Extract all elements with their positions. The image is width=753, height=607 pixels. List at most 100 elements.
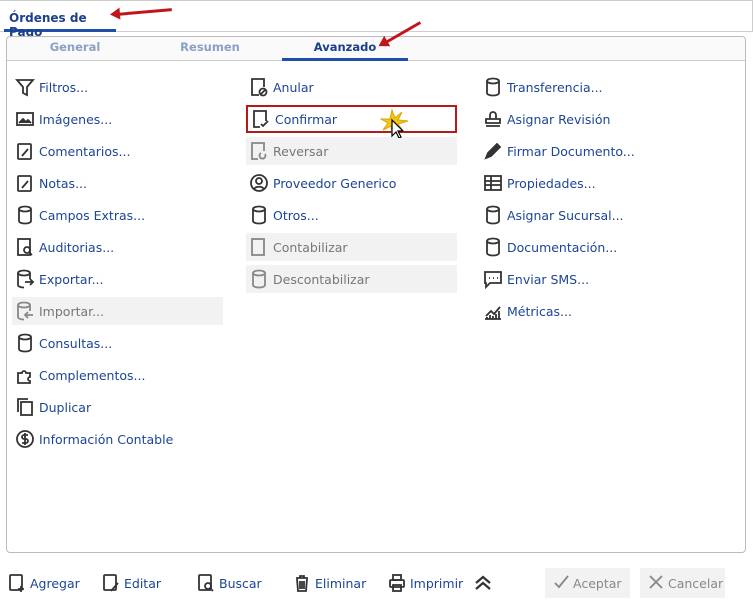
window-tab-ordenes-de-pago[interactable]: Órdenes de Pago [4,5,116,39]
action-métricas[interactable]: Métricas... [480,297,691,325]
options-panel: General Resumen Avanzado Filtros... Imáge… [6,36,746,553]
database-icon [14,332,36,354]
action-consultas[interactable]: Consultas... [12,329,223,357]
action-label: Documentación... [507,239,618,255]
action-label: Comentarios... [39,143,131,159]
action-comentarios[interactable]: Comentarios... [12,137,223,165]
action-label: Enviar SMS... [507,271,590,287]
action-label: Reversar [273,143,329,159]
clipboard-edit-icon [14,172,36,194]
copy-icon [14,396,36,418]
database-icon [248,204,270,226]
database-icon [248,268,270,290]
cancel-button[interactable]: Cancelar [640,568,725,598]
action-label: Asignar Sucursal... [507,207,624,223]
bottom-toolbar: Agregar Editar Buscar Eliminar Imprimir … [0,568,753,598]
action-reversar[interactable]: Reversar [246,137,457,165]
action-imágenes[interactable]: Imágenes... [12,105,223,133]
action-asignar-sucursal[interactable]: Asignar Sucursal... [480,201,691,229]
action-firmar-documento[interactable]: Firmar Documento... [480,137,691,165]
tab-general[interactable]: General [12,40,138,61]
chevron-double-up-icon [472,573,494,593]
action-label: Complementos... [39,367,146,383]
action-exportar[interactable]: Exportar... [12,265,223,293]
action-label: Descontabilizar [273,271,370,287]
action-label: Exportar... [39,271,104,287]
action-label: Confirmar [275,111,338,127]
action-label: Auditorias... [39,239,115,255]
database-icon [482,204,504,226]
action-label: Importar... [39,303,105,319]
action-proveedor-generico[interactable]: Proveedor Generico [246,169,457,197]
filter-icon [14,76,36,98]
action-duplicar[interactable]: Duplicar [12,393,223,421]
pen-icon [482,140,504,162]
action-label: Consultas... [39,335,113,351]
action-label: Campos Extras... [39,207,146,223]
database-icon [482,76,504,98]
action-transferencia[interactable]: Transferencia... [480,73,691,101]
document-icon [248,236,270,258]
action-complementos[interactable]: Complementos... [12,361,223,389]
document-cancel-icon [248,76,270,98]
action-label: Transferencia... [507,79,603,95]
edit-button[interactable]: Editar [100,568,161,598]
chat-icon [482,268,504,290]
delete-button[interactable]: Eliminar [291,568,366,598]
stamp-icon [482,108,504,130]
action-importar[interactable]: Importar... [12,297,223,325]
action-label: Notas... [39,175,87,191]
action-auditorias[interactable]: Auditorias... [12,233,223,261]
search-document-icon [195,573,217,593]
action-confirmar[interactable]: Confirmar [246,105,457,133]
trash-icon [291,573,313,593]
add-button[interactable]: Agregar [6,568,80,598]
audit-search-icon [14,236,36,258]
database-import-icon [14,300,36,322]
puzzle-icon [14,364,36,386]
action-label: Información Contable [39,431,174,447]
action-propiedades[interactable]: Propiedades... [480,169,691,197]
document-check-icon [250,108,272,130]
action-label: Contabilizar [273,239,348,255]
action-label: Otros... [273,207,319,223]
action-descontabilizar[interactable]: Descontabilizar [246,265,457,293]
action-documentación[interactable]: Documentación... [480,233,691,261]
action-información-contable[interactable]: Información Contable [12,425,223,453]
action-anular[interactable]: Anular [246,73,457,101]
properties-grid-icon [482,172,504,194]
action-label: Firmar Documento... [507,143,635,159]
accept-button[interactable]: Aceptar [545,568,630,598]
clipboard-edit-icon [14,140,36,162]
action-contabilizar[interactable]: Contabilizar [246,233,457,261]
edit-document-icon [100,573,122,593]
action-enviar-sms[interactable]: Enviar SMS... [480,265,691,293]
cursor-click-icon [379,108,410,139]
collapse-toggle[interactable] [472,568,496,598]
action-filtros[interactable]: Filtros... [12,73,223,101]
search-button[interactable]: Buscar [195,568,262,598]
tab-avanzado[interactable]: Avanzado [282,40,408,61]
action-label: Métricas... [507,303,572,319]
action-label: Filtros... [39,79,89,95]
add-document-icon [6,573,28,593]
document-undo-icon [248,140,270,162]
action-label: Propiedades... [507,175,596,191]
database-icon [482,236,504,258]
tab-resumen[interactable]: Resumen [147,40,273,61]
action-campos-extras[interactable]: Campos Extras... [12,201,223,229]
action-label: Imágenes... [39,111,113,127]
close-icon [648,574,664,593]
action-notas[interactable]: Notas... [12,169,223,197]
action-label: Anular [273,79,314,95]
action-otros[interactable]: Otros... [246,201,457,229]
image-icon [14,108,36,130]
action-label: Asignar Revisión [507,111,611,127]
check-icon [553,574,569,593]
action-asignar-revisión[interactable]: Asignar Revisión [480,105,691,133]
dollar-circle-icon [14,428,36,450]
user-circle-icon [248,172,270,194]
print-button[interactable]: Imprimir [386,568,463,598]
database-icon [14,204,36,226]
chart-icon [482,300,504,322]
